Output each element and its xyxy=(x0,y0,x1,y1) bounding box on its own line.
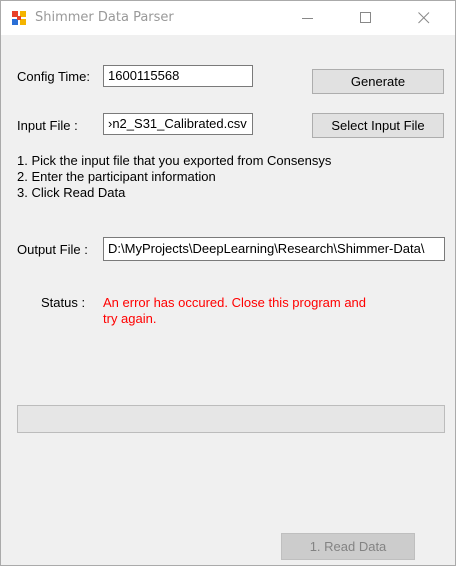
instructions: 1. Pick the input file that you exported… xyxy=(17,153,331,201)
input-file-label: Input File : xyxy=(17,118,78,133)
maximize-icon xyxy=(360,12,371,23)
generate-button[interactable]: Generate xyxy=(312,69,444,94)
input-file-field[interactable]: ›n2_S31_Calibrated.csv xyxy=(103,113,253,135)
instruction-item: 3. Click Read Data xyxy=(17,185,126,200)
minimize-button[interactable] xyxy=(285,1,331,35)
instruction-item: 2. Enter the participant information xyxy=(17,169,216,184)
select-input-file-button[interactable]: Select Input File xyxy=(312,113,444,138)
window-title: Shimmer Data Parser xyxy=(35,10,174,25)
app-icon xyxy=(12,11,26,25)
read-data-button[interactable]: 1. Read Data xyxy=(281,533,415,560)
status-message: An error has occured. Close this program… xyxy=(103,295,367,326)
close-button[interactable] xyxy=(401,1,447,35)
title-bar[interactable]: Shimmer Data Parser xyxy=(1,1,455,35)
main-window: Shimmer Data Parser Config Time: 1600115… xyxy=(0,0,456,566)
instruction-item: 1. Pick the input file that you exported… xyxy=(17,153,332,168)
status-label: Status : xyxy=(41,295,86,310)
close-icon xyxy=(418,12,430,24)
maximize-button[interactable] xyxy=(343,1,389,35)
config-time-input[interactable]: 1600115568 xyxy=(103,65,253,87)
output-file-field[interactable]: D:\MyProjects\DeepLearning\Research\Shim… xyxy=(103,237,445,261)
output-file-label: Output File : xyxy=(17,242,88,257)
config-time-label: Config Time: xyxy=(17,69,90,84)
minimize-icon xyxy=(302,18,313,19)
progress-bar xyxy=(17,405,445,433)
